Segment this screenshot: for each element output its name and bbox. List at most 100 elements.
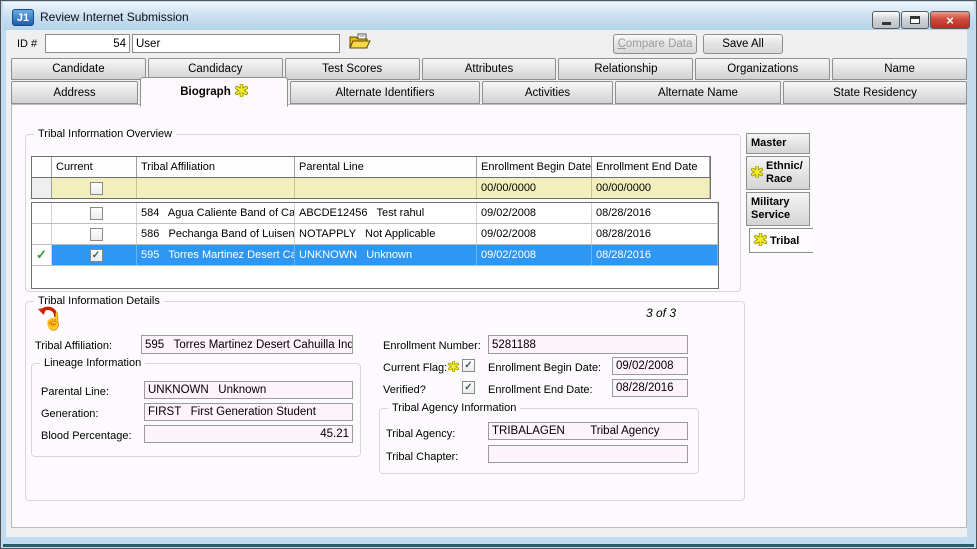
app-window: J1 Review Internet Submission × ID # 54 …: [0, 0, 977, 549]
tab-attributes[interactable]: Attributes: [422, 58, 557, 80]
id-label: ID #: [17, 38, 37, 50]
tab-row-bottom: Address Biograph Alternate Identifiers A…: [11, 81, 967, 104]
record-counter: 3 of 3: [586, 306, 676, 320]
enrollment-number-field[interactable]: 5281188: [488, 335, 688, 354]
row-current-cell: [52, 203, 137, 223]
maximize-icon: [910, 16, 920, 24]
header-gutter: [32, 157, 52, 177]
header-parental-line[interactable]: Parental Line: [295, 157, 477, 177]
refresh-control[interactable]: ☝: [37, 305, 71, 339]
row-affiliation: 586 Pechanga Band of Luiseno Missio: [137, 224, 295, 244]
tab-address[interactable]: Address: [11, 81, 138, 104]
row-begin-date: 09/02/2008: [477, 245, 592, 265]
maximize-button[interactable]: [901, 11, 929, 29]
header-current[interactable]: Current: [52, 157, 137, 177]
tab-alternate-identifiers[interactable]: Alternate Identifiers: [290, 81, 480, 104]
parental-line-field[interactable]: UNKNOWN Unknown: [144, 381, 353, 399]
entry-parental-cell[interactable]: [295, 178, 477, 198]
row-current-cell: ✓: [52, 245, 137, 265]
enrollment-end-label: Enrollment End Date:: [488, 384, 593, 396]
tab-relationship[interactable]: Relationship: [558, 58, 693, 80]
tribal-agency-field[interactable]: TRIBALAGEN Tribal Agency: [488, 422, 688, 440]
agency-group: Tribal Agency Information: [379, 408, 699, 474]
row-gutter: [32, 203, 52, 223]
asterisk-icon: [751, 166, 763, 181]
row-gutter: ✓: [32, 245, 52, 265]
enrollment-number-label: Enrollment Number:: [383, 340, 481, 352]
asterisk-icon: [448, 361, 459, 375]
header-enrollment-end[interactable]: Enrollment End Date: [592, 157, 710, 177]
tab-state-residency[interactable]: State Residency: [783, 81, 967, 104]
entry-gutter: [32, 178, 52, 198]
row-current-checkbox[interactable]: ✓: [90, 249, 103, 262]
generation-label: Generation:: [41, 408, 98, 420]
parental-line-label: Parental Line:: [41, 386, 109, 398]
row-current-checkbox[interactable]: [90, 228, 103, 241]
overview-entry-row: 00/00/0000 00/00/0000: [31, 178, 711, 199]
row-end-date: 08/28/2016: [592, 245, 718, 265]
tab-name[interactable]: Name: [832, 58, 967, 80]
verified-checkbox[interactable]: ✓: [462, 381, 475, 394]
verified-label: Verified?: [383, 384, 426, 396]
entry-end-date-cell[interactable]: 00/00/0000: [592, 178, 710, 198]
window-bottom-edge: [3, 544, 974, 547]
side-tab-tribal[interactable]: Tribal: [749, 228, 813, 253]
minimize-icon: [882, 22, 891, 25]
side-tab-master[interactable]: Master: [746, 133, 810, 154]
overview-table-header: Current Tribal Affiliation Parental Line…: [31, 156, 711, 178]
window-title: Review Internet Submission: [40, 10, 189, 24]
row-affiliation: 595 Torres Martinez Desert Cahuilla In: [137, 245, 295, 265]
row-end-date: 08/28/2016: [592, 224, 718, 244]
blood-percentage-field[interactable]: 45.21: [144, 425, 353, 443]
row-parental-line: ABCDE12456 Test rahul: [295, 203, 477, 223]
entry-begin-date-cell[interactable]: 00/00/0000: [477, 178, 592, 198]
entry-current-cell: [52, 178, 137, 198]
header-tribal-affiliation[interactable]: Tribal Affiliation: [137, 157, 295, 177]
compare-data-button[interactable]: Compare Data: [613, 34, 697, 54]
tab-candidate[interactable]: Candidate: [11, 58, 146, 80]
header-enrollment-begin[interactable]: Enrollment Begin Date: [477, 157, 592, 177]
side-tab-military-service[interactable]: Military Service: [746, 192, 810, 226]
row-current-cell: [52, 224, 137, 244]
tribal-agency-label: Tribal Agency:: [386, 428, 455, 440]
selected-row-check-icon: ✓: [36, 247, 47, 263]
overview-list: 584 Agua Caliente Band of Cahuilla Ind A…: [31, 202, 719, 289]
tab-biograph[interactable]: Biograph: [140, 77, 288, 107]
tab-organizations[interactable]: Organizations: [695, 58, 830, 80]
table-row[interactable]: 586 Pechanga Band of Luiseno Missio NOTA…: [32, 224, 718, 245]
tribal-affiliation-field[interactable]: 595 Torres Martinez Desert Cahuilla Indi…: [141, 335, 353, 354]
tab-alternate-name[interactable]: Alternate Name: [615, 81, 781, 104]
row-current-checkbox[interactable]: [90, 207, 103, 220]
row-gutter: [32, 224, 52, 244]
entry-affiliation-cell[interactable]: [137, 178, 295, 198]
enrollment-begin-field[interactable]: 09/02/2008: [612, 357, 688, 375]
row-begin-date: 09/02/2008: [477, 203, 592, 223]
hand-cursor-icon: ☝: [43, 312, 64, 332]
row-affiliation: 584 Agua Caliente Band of Cahuilla Ind: [137, 203, 295, 223]
open-folder-icon[interactable]: [349, 33, 371, 53]
asterisk-icon: [235, 84, 248, 100]
tab-test-scores[interactable]: Test Scores: [285, 58, 420, 80]
tribal-chapter-field[interactable]: [488, 445, 688, 463]
entry-current-checkbox[interactable]: [90, 182, 103, 195]
current-flag-checkbox[interactable]: ✓: [462, 359, 475, 372]
asterisk-icon: [754, 233, 767, 249]
id-input[interactable]: 54: [45, 34, 130, 53]
enrollment-end-field[interactable]: 08/28/2016: [612, 379, 688, 397]
agency-title: Tribal Agency Information: [388, 402, 520, 414]
table-row[interactable]: 584 Agua Caliente Band of Cahuilla Ind A…: [32, 203, 718, 224]
generation-field[interactable]: FIRST First Generation Student: [144, 403, 353, 421]
close-icon: ×: [946, 13, 954, 28]
save-all-button[interactable]: Save All: [703, 34, 783, 54]
user-input[interactable]: User: [132, 34, 340, 53]
enrollment-begin-label: Enrollment Begin Date:: [488, 362, 601, 374]
minimize-button[interactable]: [872, 11, 900, 29]
lineage-title: Lineage Information: [40, 357, 145, 369]
side-tab-ethnic-race[interactable]: Ethnic/ Race: [746, 156, 810, 190]
tab-activities[interactable]: Activities: [482, 81, 613, 104]
row-parental-line: NOTAPPLY Not Applicable: [295, 224, 477, 244]
table-row-selected[interactable]: ✓ ✓ 595 Torres Martinez Desert Cahuilla …: [32, 245, 718, 266]
close-button[interactable]: ×: [930, 11, 970, 29]
titlebar: J1 Review Internet Submission ×: [3, 2, 974, 30]
row-begin-date: 09/02/2008: [477, 224, 592, 244]
